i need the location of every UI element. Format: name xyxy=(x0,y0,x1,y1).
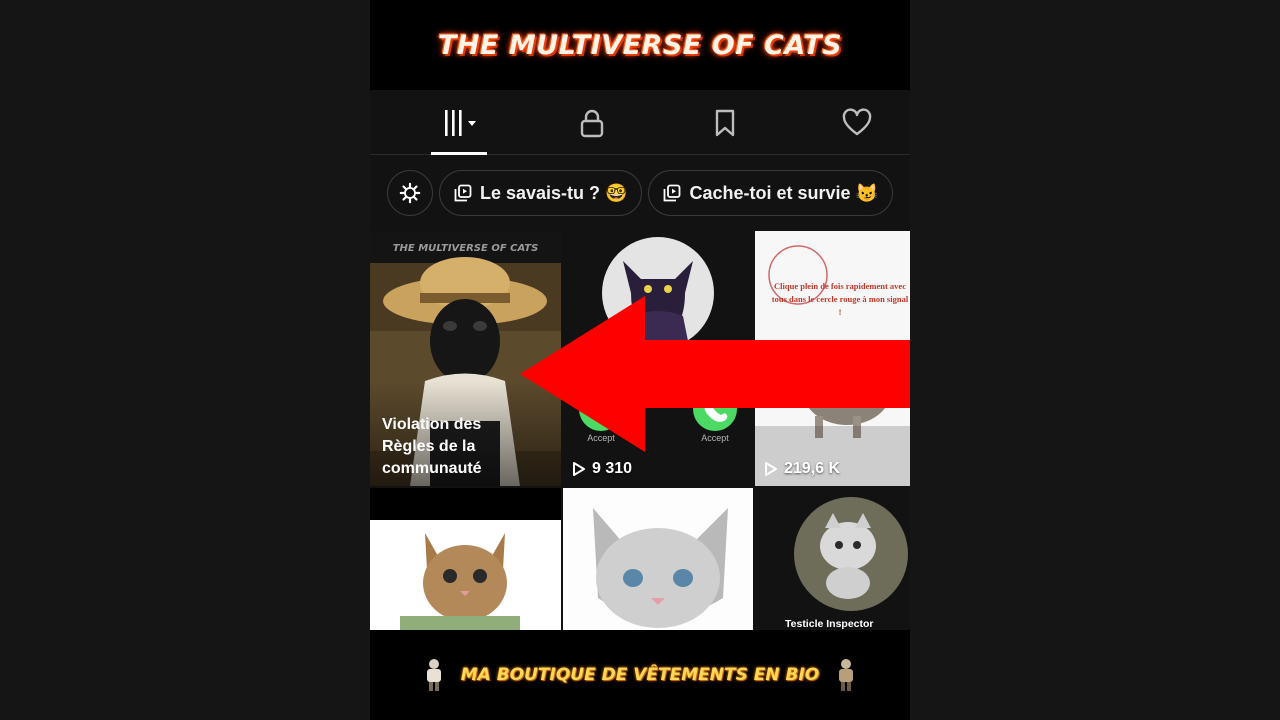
figure-icon xyxy=(839,659,854,691)
playlist-icon xyxy=(664,184,681,202)
chip-label: Cache-toi et survie 😼 xyxy=(689,182,878,203)
heart-icon xyxy=(842,107,872,135)
top-banner: THE MULTIVERSE OF CATS xyxy=(370,0,910,90)
settings-icon xyxy=(399,182,421,204)
video-thumbnail-money-cat[interactable] xyxy=(370,488,561,631)
inspector-kitten-image xyxy=(794,497,908,611)
tab-saved[interactable] xyxy=(665,90,785,155)
figure-icon xyxy=(426,659,441,691)
left-letterbox xyxy=(0,0,370,720)
playlist-icon xyxy=(454,184,472,202)
inspector-caption: Testicle Inspector xyxy=(785,618,874,630)
tab-selected-indicator xyxy=(431,152,487,155)
violation-label: Violation des Règles de la communauté xyxy=(382,416,482,477)
view-count-value: 9 310 xyxy=(592,460,633,477)
shop-link-text: MA BOUTIQUE DE VÊTEMENTS EN BIO xyxy=(460,665,820,685)
thumb-title: THE MULTIVERSE OF CATS xyxy=(392,243,539,254)
play-icon xyxy=(573,462,585,476)
tab-private[interactable] xyxy=(532,90,652,155)
grid-icon xyxy=(445,109,476,136)
grey-kitten-image xyxy=(563,488,753,631)
tabby-cat-image xyxy=(370,520,561,631)
video-thumbnail-grey-kitten[interactable] xyxy=(563,488,753,631)
tab-videos[interactable] xyxy=(399,90,519,155)
bookmark-icon xyxy=(715,109,735,136)
chip-settings[interactable] xyxy=(387,170,433,216)
lock-icon xyxy=(580,109,604,137)
phone-screen: THE MULTIVERSE OF CATS Le savais-tu ? 🤓 … xyxy=(370,0,910,720)
view-count: 219,6 K xyxy=(764,460,840,478)
bottom-banner[interactable]: MA BOUTIQUE DE VÊTEMENTS EN BIO xyxy=(370,630,910,720)
chip-playlist-le-savais-tu[interactable]: Le savais-tu ? 🤓 xyxy=(439,170,643,216)
video-thumbnail-inspector[interactable]: Testicle Inspector xyxy=(755,488,910,631)
chip-label: Le savais-tu ? 🤓 xyxy=(480,182,628,203)
right-letterbox xyxy=(910,0,1280,720)
tab-liked[interactable] xyxy=(797,90,910,155)
red-arrow-pointer xyxy=(520,296,910,452)
view-count: 9 310 xyxy=(572,460,632,478)
playlist-chips: Le savais-tu ? 🤓 Cache-toi et survie 😼 xyxy=(370,165,910,221)
profile-tabs xyxy=(370,90,910,155)
chip-playlist-cache-toi[interactable]: Cache-toi et survie 😼 xyxy=(648,170,893,216)
view-count-value: 219,6 K xyxy=(784,460,841,477)
play-icon xyxy=(765,462,777,476)
banner-title: THE MULTIVERSE OF CATS xyxy=(437,29,843,61)
